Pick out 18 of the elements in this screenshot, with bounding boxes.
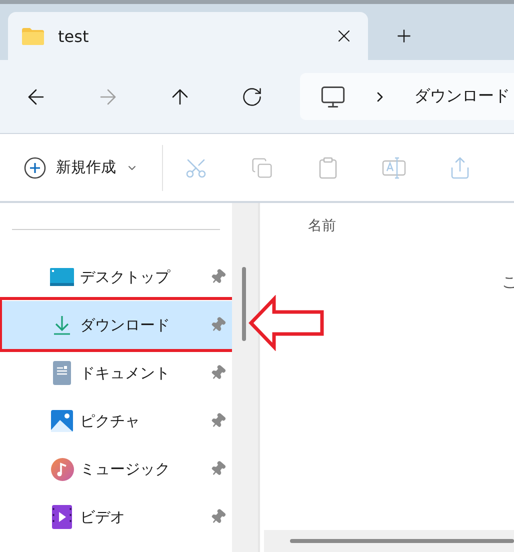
item-label: ビデオ	[80, 508, 126, 526]
sidebar-item[interactable]: ビデオ	[2, 493, 232, 541]
sidebar-item[interactable]: デスクトップ	[2, 253, 232, 301]
tab-title: test	[58, 26, 90, 46]
item-label: ミュージック	[80, 460, 171, 478]
new-button[interactable]: 新規作成	[24, 144, 163, 190]
item-label: デスクトップ	[80, 268, 172, 286]
column-header[interactable]: 名前	[308, 217, 514, 235]
item-label: ピクチャ	[80, 412, 141, 430]
tab[interactable]: test	[8, 12, 368, 60]
empty-message: こ	[502, 273, 514, 292]
breadcrumb[interactable]: ダウンロード	[414, 86, 510, 107]
item-label: ダウンロード	[80, 316, 171, 334]
address-bar[interactable]: ダウンロード	[300, 73, 514, 120]
sidebar-item[interactable]: ドキュメント	[2, 349, 232, 397]
sidebar-item[interactable]: ピクチャ	[2, 397, 232, 445]
item-label: ドキュメント	[80, 364, 171, 382]
sidebar-item[interactable]: ミュージック	[2, 445, 232, 493]
